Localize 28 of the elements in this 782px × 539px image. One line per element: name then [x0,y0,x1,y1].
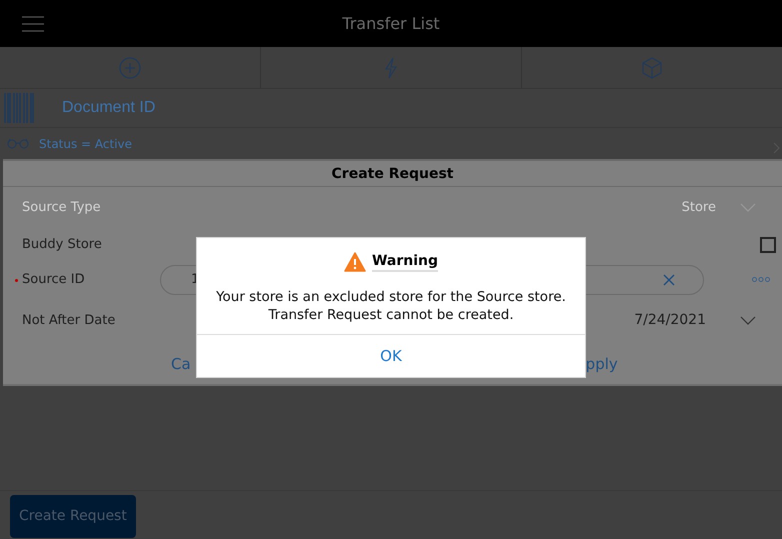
cancel-button[interactable]: Ca [171,354,191,372]
field-label: Not After Date [21,312,116,328]
cube-icon [641,56,663,78]
window-title: Transfer List [342,14,440,33]
field-label: Source ID [14,272,158,287]
filter-label[interactable]: Status = Active [39,136,132,150]
add-icon [119,56,141,78]
menu-icon[interactable] [21,16,45,32]
barcode-icon[interactable] [4,93,34,123]
glasses-icon [7,138,29,149]
field-label: Source Type [21,200,102,214]
field-label: Buddy Store [21,237,103,252]
panel-title: Create Request [332,166,454,182]
create-request-button[interactable]: Create Request [10,494,136,538]
chevron-down-icon[interactable] [740,316,756,324]
chevron-down-icon[interactable] [740,202,756,212]
dialog-title: Warning [372,252,438,272]
clear-icon[interactable] [663,274,675,286]
required-dot [15,279,18,282]
more-icon[interactable] [752,277,770,282]
lightning-icon [384,56,398,78]
checkbox[interactable] [760,236,776,252]
warning-icon [344,252,366,272]
apply-button[interactable]: pply [586,354,618,372]
date-value[interactable]: 7/24/2021 [634,312,706,328]
document-id-field[interactable]: Document ID [62,99,156,117]
dialog-message: Your store is an excluded store for the Source store. [216,288,566,306]
dialog-message: Transfer Request cannot be created. [268,306,514,324]
